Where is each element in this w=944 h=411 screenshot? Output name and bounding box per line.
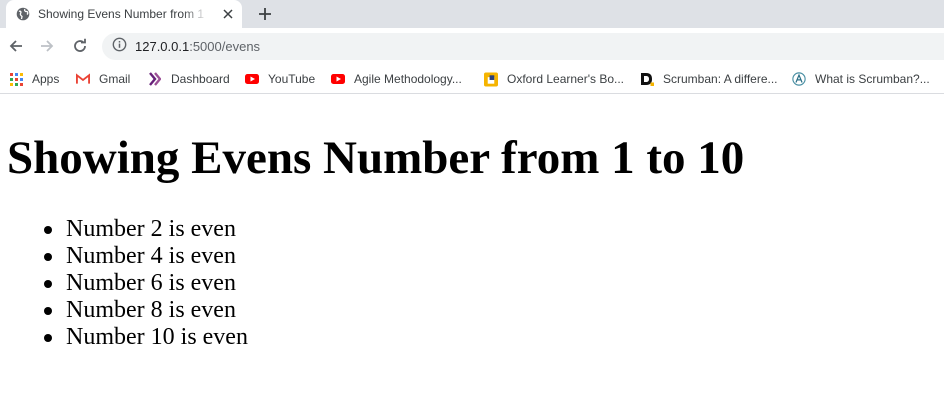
- info-icon[interactable]: [112, 37, 127, 57]
- tab-title: Showing Evens Number from 1 to 10: [38, 7, 208, 21]
- address-bar[interactable]: 127.0.0.1:5000/evens: [102, 33, 944, 60]
- page-content: Showing Evens Number from 1 to 10 Number…: [0, 95, 944, 411]
- even-numbers-list: Number 2 is even Number 4 is even Number…: [26, 216, 248, 351]
- a-logo-icon: [792, 72, 806, 86]
- list-item: Number 10 is even: [26, 324, 248, 351]
- bookmark-gmail[interactable]: Gmail: [76, 70, 130, 88]
- bookmark-label: What is Scrumban?...: [815, 72, 930, 86]
- list-item-text: Number 6 is even: [66, 270, 236, 296]
- browser-tab[interactable]: Showing Evens Number from 1 to 10: [6, 0, 242, 28]
- browser-toolbar: 127.0.0.1:5000/evens: [0, 28, 944, 64]
- list-item-text: Number 4 is even: [66, 243, 236, 269]
- tab-strip: Showing Evens Number from 1 to 10: [0, 0, 944, 28]
- bookmarks-bar: Apps Gmail Dashboard YouTube Agile Metho…: [0, 64, 944, 94]
- bullet-icon: [44, 226, 52, 234]
- bookmark-label: Scrumban: A differe...: [663, 72, 778, 86]
- bullet-icon: [44, 307, 52, 315]
- bookmark-scrumban-difference[interactable]: Scrumban: A differe...: [640, 70, 778, 88]
- bookmark-youtube[interactable]: YouTube: [245, 70, 315, 88]
- bookmark-oxford-learners[interactable]: Oxford Learner's Bo...: [484, 70, 624, 88]
- bookmark-dashboard[interactable]: Dashboard: [148, 70, 230, 88]
- bookmark-label: Apps: [32, 72, 60, 86]
- globe-icon: [16, 7, 30, 21]
- list-item-text: Number 10 is even: [66, 324, 248, 350]
- new-tab-button[interactable]: [254, 3, 276, 25]
- reload-icon: [74, 38, 86, 52]
- bullet-icon: [44, 280, 52, 288]
- apps-grid-icon: [9, 72, 23, 86]
- forward-button[interactable]: [37, 36, 57, 56]
- bookmark-label: Agile Methodology...: [354, 72, 462, 86]
- youtube-icon: [245, 72, 259, 86]
- bookmark-label: Dashboard: [171, 72, 230, 86]
- reload-button[interactable]: [70, 36, 90, 56]
- list-item-text: Number 2 is even: [66, 216, 236, 242]
- bookmark-label: Oxford Learner's Bo...: [507, 72, 625, 86]
- url-host: 127.0.0.1: [135, 39, 190, 54]
- bookmark-apps[interactable]: Apps: [9, 70, 59, 88]
- list-item: Number 8 is even: [26, 297, 248, 324]
- url-path: :5000/evens: [189, 39, 261, 54]
- back-arrow-icon: [9, 40, 22, 52]
- youtube-icon: [331, 72, 345, 86]
- plus-icon: [259, 8, 271, 20]
- gmail-icon: [76, 72, 90, 86]
- bullet-icon: [44, 253, 52, 261]
- back-button[interactable]: [6, 36, 26, 56]
- forward-arrow-icon: [41, 40, 54, 52]
- d-logo-icon: [640, 72, 654, 86]
- dashboard-icon: [148, 72, 162, 86]
- list-item: Number 4 is even: [26, 243, 248, 270]
- bullet-icon: [44, 334, 52, 342]
- bookmark-what-is-scrumban[interactable]: What is Scrumban?...: [792, 70, 930, 88]
- list-item: Number 2 is even: [26, 216, 248, 243]
- page-title: Showing Evens Number from 1 to 10: [7, 132, 745, 184]
- list-item-text: Number 8 is even: [66, 297, 236, 323]
- oxford-icon: [484, 72, 498, 86]
- close-tab-icon[interactable]: [220, 6, 236, 22]
- bookmark-label: Gmail: [99, 72, 131, 86]
- list-item: Number 6 is even: [26, 270, 248, 297]
- bookmark-agile-methodology[interactable]: Agile Methodology...: [331, 70, 462, 88]
- bookmark-label: YouTube: [268, 72, 316, 86]
